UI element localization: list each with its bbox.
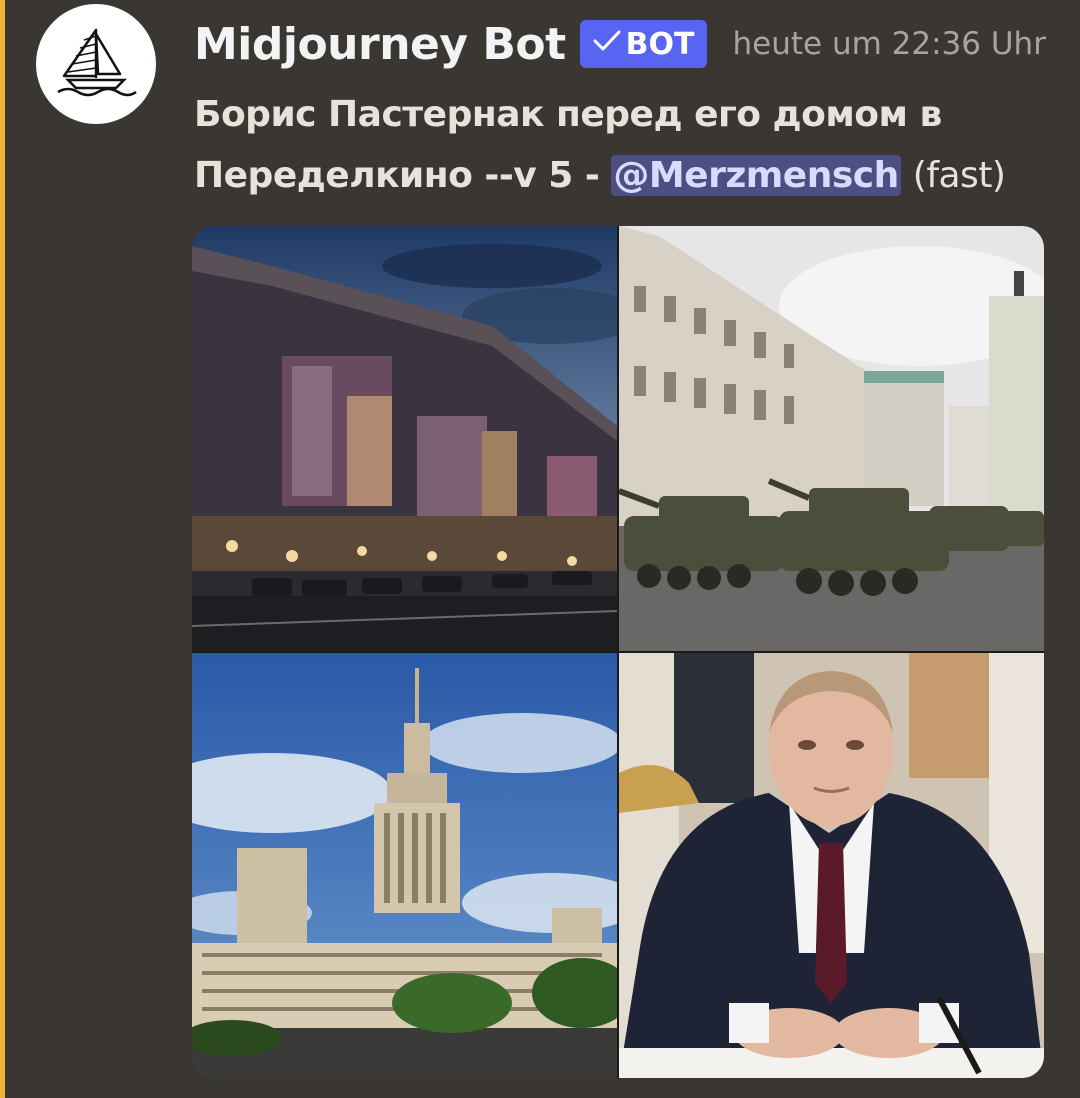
image-grid[interactable]: [192, 226, 1044, 1078]
image-tile[interactable]: [192, 226, 617, 651]
military-tanks-parade-image: [619, 226, 1044, 651]
mention-highlight-bar: [0, 0, 5, 1098]
avatar[interactable]: [36, 4, 156, 124]
author-name[interactable]: Midjourney Bot: [194, 19, 566, 70]
message-content: Борис Пастернак перед его домом в Переде…: [194, 84, 1054, 206]
bot-badge-label: BOT: [625, 26, 695, 62]
user-mention[interactable]: @Merzmensch: [611, 155, 901, 197]
bot-badge: BOT: [579, 20, 707, 68]
stalinist-building-night-image: [192, 226, 617, 651]
image-tile[interactable]: [619, 226, 1044, 651]
man-in-suit-at-desk-image: [619, 653, 1044, 1078]
message-header: Midjourney Bot BOT heute um 22:36 Uhr: [194, 12, 1046, 76]
sailboat-icon: [54, 26, 138, 102]
timestamp: heute um 22:36 Uhr: [732, 26, 1046, 62]
message-view: Midjourney Bot BOT heute um 22:36 Uhr Бо…: [0, 0, 1080, 1098]
image-tile[interactable]: [192, 653, 617, 1078]
image-tile[interactable]: [619, 653, 1044, 1078]
mode-label: (fast): [912, 155, 1006, 197]
moscow-university-tower-image: [192, 653, 617, 1078]
checkmark-icon: [592, 27, 622, 62]
